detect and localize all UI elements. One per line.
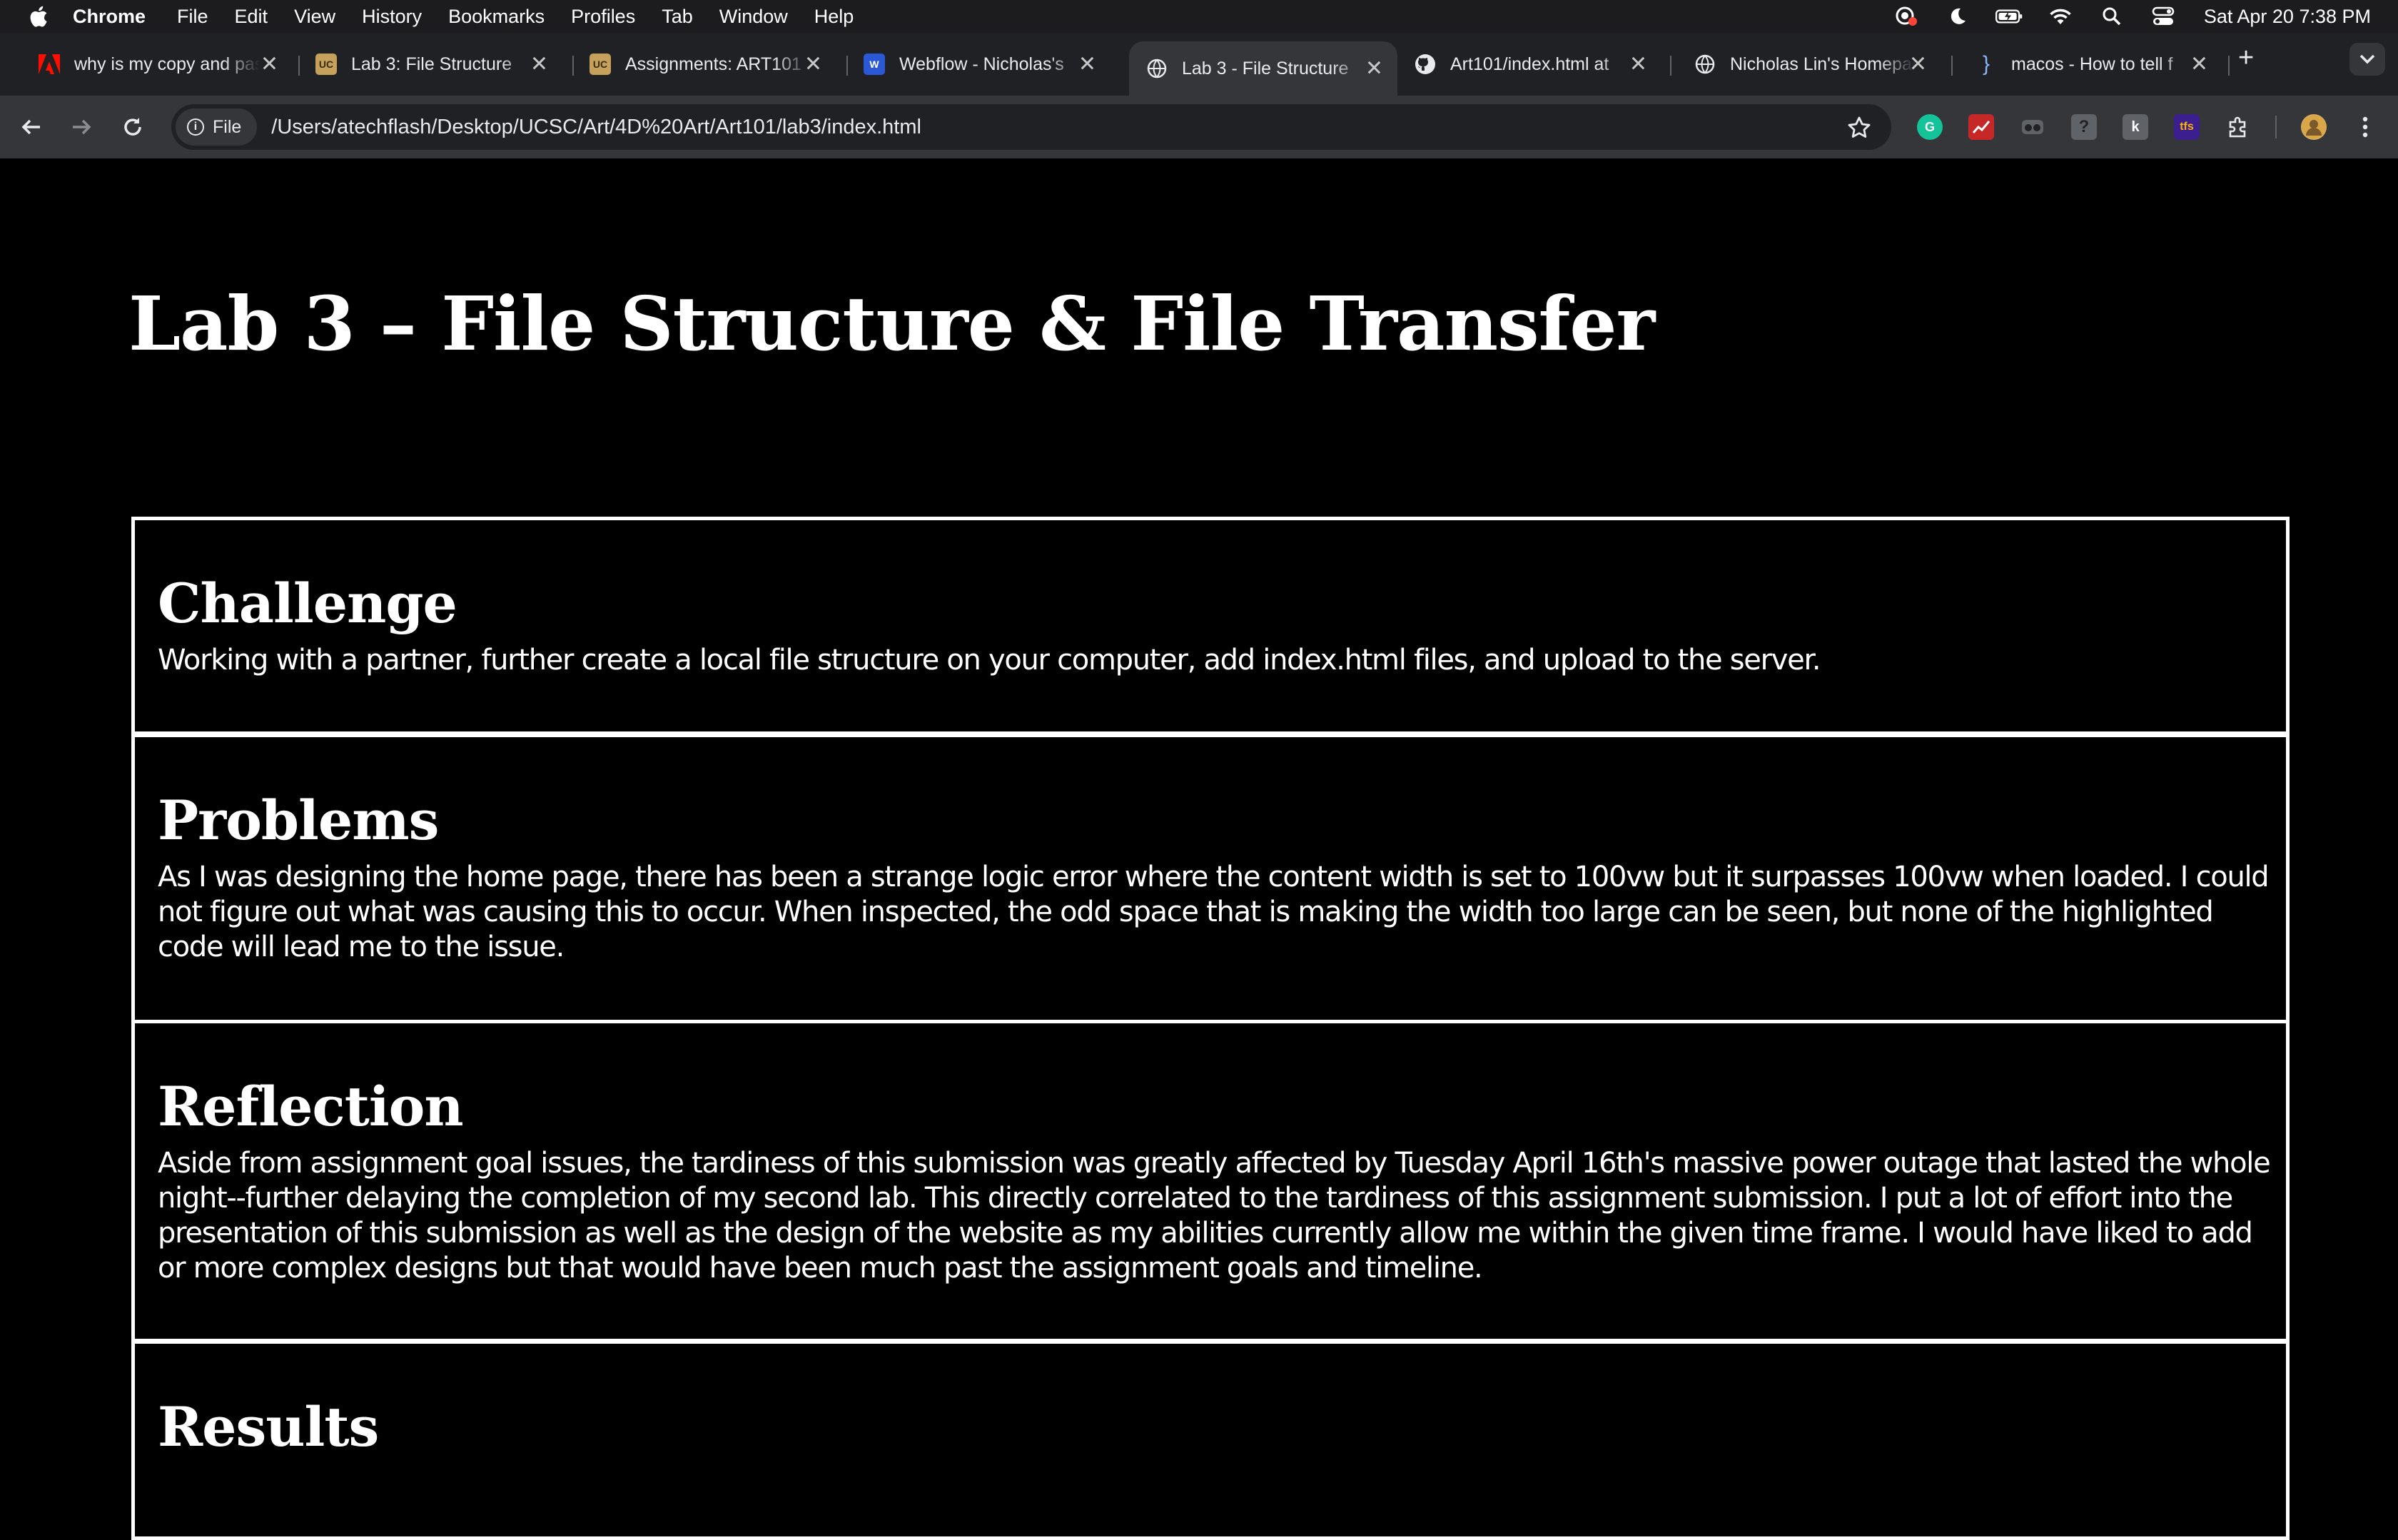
ucsc-icon: UC [590, 54, 611, 75]
tab-nicholas-homepage[interactable]: Nicholas Lin's Homepage ✕ [1677, 43, 1941, 86]
section-heading: Challenge [158, 572, 457, 635]
focus-moon-icon[interactable] [1944, 6, 1971, 27]
tab-macos-question[interactable]: } macos - How to tell f ✕ [1958, 43, 2222, 86]
reload-icon [124, 118, 141, 136]
close-tab-icon[interactable]: ✕ [530, 52, 548, 77]
menu-app-chrome[interactable]: Chrome [73, 6, 146, 28]
forward-button[interactable] [66, 111, 97, 143]
menu-view[interactable]: View [294, 6, 335, 28]
tab-divider [1951, 56, 1953, 76]
toolbar-divider [2275, 116, 2277, 138]
page-viewport: Lab 3 – File Structure & File Transfer C… [0, 158, 2398, 1540]
tab-title: Assignments: ART101 [625, 54, 801, 74]
close-tab-icon[interactable]: ✕ [1909, 52, 1927, 77]
tab-title: Lab 3 - File Structure [1182, 58, 1349, 78]
section-body: Aside from assignment goal issues, the t… [158, 1147, 2271, 1285]
close-tab-icon[interactable]: ✕ [260, 52, 278, 77]
close-tab-icon[interactable]: ✕ [1629, 52, 1647, 77]
apple-logo-icon[interactable] [27, 4, 49, 29]
close-tab-icon[interactable]: ✕ [804, 52, 822, 77]
brace-icon: } [1982, 52, 1990, 76]
url-text[interactable]: /Users/atechflash/Desktop/UCSC/Art/4D%20… [271, 116, 921, 139]
extension-glasses-icon[interactable] [2020, 114, 2045, 140]
chevron-down-icon [2359, 54, 2375, 64]
arrow-right-icon [73, 119, 91, 135]
extension-chart-icon[interactable] [1968, 114, 1994, 140]
tab-title: Art101/index.html at [1450, 54, 1609, 74]
browser-toolbar: i File /Users/atechflash/Desktop/UCSC/Ar… [0, 96, 2398, 158]
close-tab-icon[interactable]: ✕ [2190, 52, 2208, 77]
challenge-section: Challenge Working with a partner, furthe… [131, 517, 2290, 735]
close-tab-icon[interactable]: ✕ [1365, 56, 1383, 81]
menubar-clock[interactable]: Sat Apr 20 7:38 PM [2204, 6, 2371, 28]
tab-title: Lab 3: File Structure [351, 54, 512, 74]
menu-history[interactable]: History [362, 6, 422, 28]
tab-title: Nicholas Lin's Homepage [1730, 54, 1916, 74]
adobe-icon [39, 54, 60, 75]
menu-file[interactable]: File [177, 6, 208, 28]
tab-search-button[interactable] [2349, 43, 2385, 76]
globe-icon [1146, 58, 1168, 79]
section-body: As I was designing the home page, there … [158, 861, 2270, 963]
menu-help[interactable]: Help [814, 6, 854, 28]
site-info-label: File [213, 116, 242, 137]
menu-bookmarks[interactable]: Bookmarks [448, 6, 545, 28]
battery-charging-icon[interactable] [1995, 6, 2023, 27]
bookmark-star-icon[interactable] [1847, 116, 1871, 140]
problems-section: Problems As I was designing the home pag… [131, 734, 2290, 1023]
github-icon [1415, 54, 1436, 75]
webflow-icon: W [864, 54, 885, 75]
reload-button[interactable] [117, 111, 148, 143]
tab-divider [1670, 56, 1671, 76]
info-icon: i [187, 118, 204, 136]
status-area: Sat Apr 20 7:38 PM [1868, 0, 2371, 33]
macos-menu-bar: Chrome File Edit View History Bookmarks … [0, 0, 2398, 33]
wifi-icon[interactable] [2047, 6, 2074, 27]
extension-tfs-icon[interactable]: tfs [2174, 114, 2200, 140]
address-bar[interactable]: i File /Users/atechflash/Desktop/UCSC/Ar… [171, 104, 1891, 150]
tab-strip: why is my copy and paste ✕ UC Lab 3: Fil… [0, 33, 2398, 96]
spotlight-search-icon[interactable] [2098, 6, 2125, 27]
site-info-chip[interactable]: i File [176, 108, 258, 146]
section-heading: Results [158, 1395, 379, 1459]
tab-github[interactable]: Art101/index.html at ✕ [1397, 43, 1661, 86]
tab-canvas-assignments[interactable]: UC Assignments: ART101 ✕ [572, 43, 836, 86]
back-button[interactable] [16, 111, 47, 143]
reflection-section: Reflection Aside from assignment goal is… [131, 1020, 2290, 1342]
extensions-puzzle-icon[interactable] [2225, 114, 2251, 140]
kebab-menu-icon[interactable] [2352, 114, 2378, 140]
tab-title: why is my copy and paste [74, 54, 260, 74]
control-center-icon[interactable] [2150, 6, 2177, 27]
extension-help-icon[interactable]: ? [2071, 114, 2097, 140]
menu-edit[interactable]: Edit [235, 6, 268, 28]
ucsc-icon: UC [315, 54, 337, 75]
tab-canvas-lab3[interactable]: UC Lab 3: File Structure ✕ [298, 43, 562, 86]
tab-title: macos - How to tell f [2011, 54, 2173, 74]
new-tab-button[interactable]: + [2238, 43, 2254, 74]
menu-window[interactable]: Window [719, 6, 788, 28]
section-body: Working with a partner, further create a… [158, 644, 1821, 677]
profile-avatar[interactable] [2301, 114, 2327, 140]
menu-tab[interactable]: Tab [662, 6, 693, 28]
results-section: Results [131, 1340, 2290, 1540]
globe-icon [1694, 54, 1716, 75]
tab-lab3-active[interactable]: Lab 3 - File Structure ✕ [1129, 41, 1397, 96]
menu-profiles[interactable]: Profiles [571, 6, 635, 28]
extension-k-icon[interactable]: k [2123, 114, 2148, 140]
screen-recording-icon[interactable] [1893, 6, 1920, 27]
tab-adobe-copy-paste[interactable]: why is my copy and paste ✕ [21, 43, 293, 86]
close-tab-icon[interactable]: ✕ [1078, 52, 1096, 77]
arrow-left-icon [21, 119, 40, 135]
section-heading: Problems [158, 789, 439, 852]
tab-divider [2228, 56, 2230, 76]
tab-webflow[interactable]: W Webflow - Nicholas's ✕ [846, 43, 1111, 86]
grammarly-icon[interactable]: G [1917, 114, 1943, 140]
page-title: Lab 3 – File Structure & File Transfer [128, 280, 1655, 368]
section-heading: Reflection [158, 1075, 464, 1138]
tab-title: Webflow - Nicholas's [899, 54, 1064, 74]
